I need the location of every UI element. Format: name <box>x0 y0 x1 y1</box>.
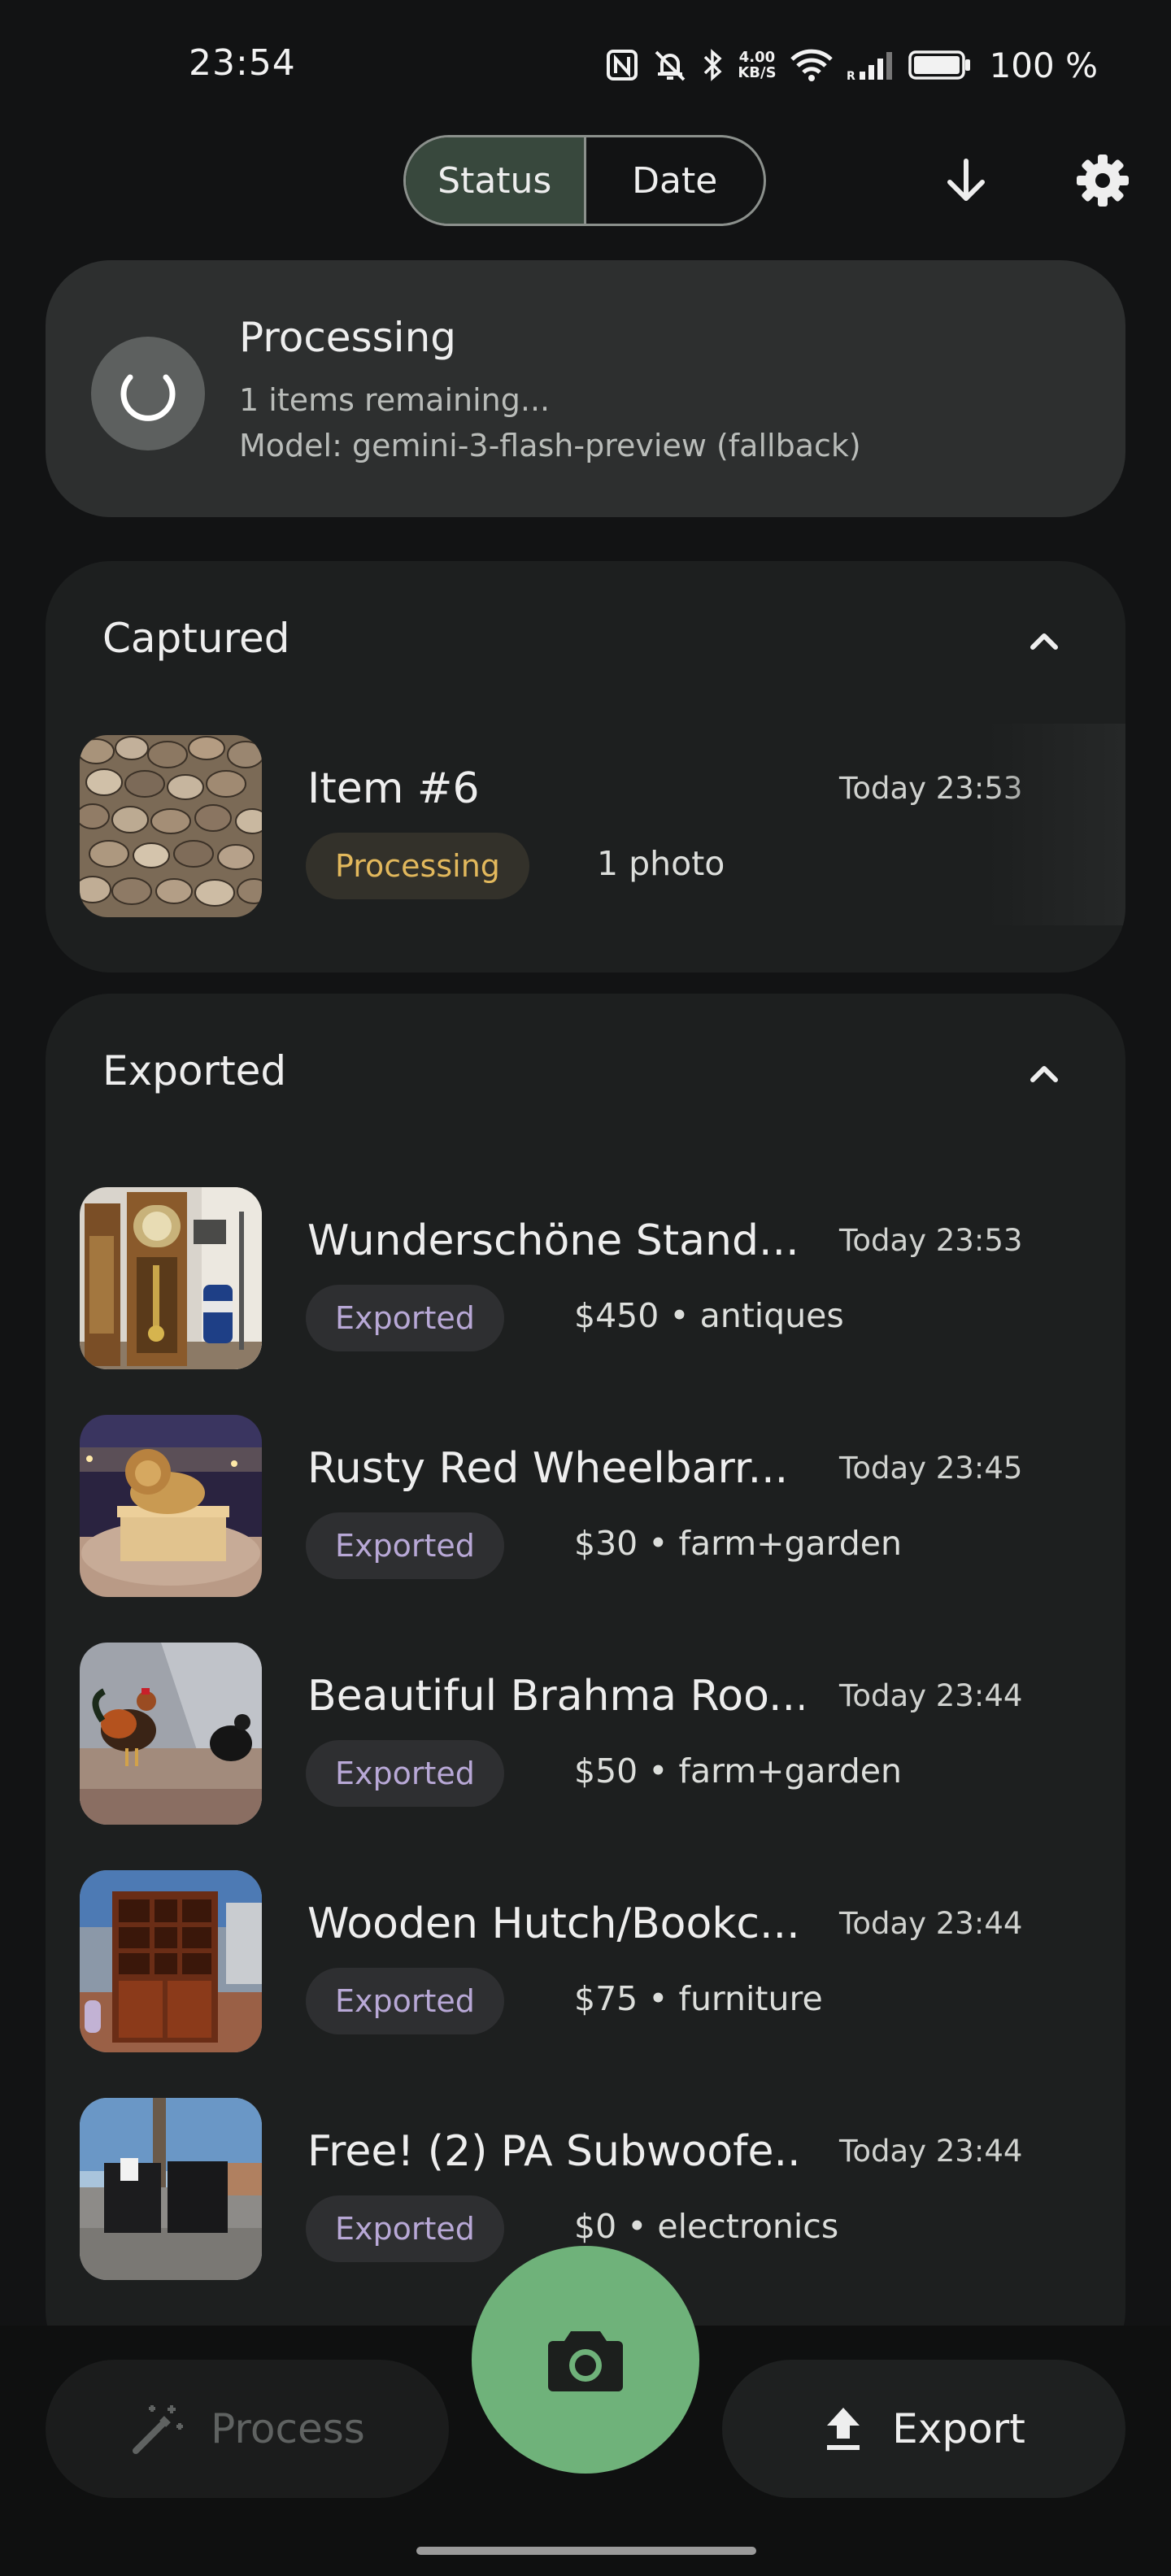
svg-text:R: R <box>847 70 855 83</box>
process-button[interactable]: Process <box>46 2360 449 2498</box>
item-meta: 1 photo <box>597 844 725 883</box>
list-item[interactable]: Item #6 Today 23:53 Processing 1 photo <box>46 724 1125 925</box>
sort-toggle: Status Date <box>403 135 766 226</box>
item-thumbnail <box>80 1187 262 1369</box>
item-thumbnail <box>80 1643 262 1825</box>
item-meta: $450 • antiques <box>574 1296 844 1335</box>
status-bar: 23:54 4.00 KB/S R 100 % <box>0 0 1171 130</box>
model-info: Model: gemini-3-flash-preview (fallback) <box>239 428 861 463</box>
collapse-captured-button[interactable] <box>1020 616 1069 665</box>
item-meta: $75 • furniture <box>574 1979 823 2018</box>
item-timestamp: Today 23:44 <box>839 1678 1023 1713</box>
item-thumbnail <box>80 1870 262 2052</box>
upload-icon <box>827 2408 860 2450</box>
section-title-captured: Captured <box>102 615 290 662</box>
progress-spinner <box>91 337 205 450</box>
bluetooth-icon <box>704 49 722 81</box>
pebbles-photo <box>80 735 262 917</box>
process-label: Process <box>211 2405 365 2452</box>
export-label: Export <box>892 2405 1025 2452</box>
item-thumbnail <box>80 2098 262 2280</box>
wifi-icon <box>790 49 833 81</box>
magic-wand-icon <box>133 2405 184 2454</box>
swipe-hint <box>987 724 1125 925</box>
processing-card: Processing 1 items remaining... Model: g… <box>46 260 1125 517</box>
status-badge: Exported <box>306 1740 504 1807</box>
gear-icon <box>1077 154 1129 207</box>
wooden-hutch-photo <box>80 1870 262 2052</box>
home-indicator[interactable] <box>416 2547 756 2555</box>
item-title: Rusty Red Wheelbarr... <box>307 1444 789 1493</box>
battery-percent: 100 % <box>989 45 1098 85</box>
network-speed: 4.00 KB/S <box>738 49 777 81</box>
nfc-icon <box>607 50 638 80</box>
item-thumbnail <box>80 1415 262 1597</box>
item-title: Free! (2) PA Subwoofe... <box>307 2127 803 2176</box>
battery-icon <box>908 50 970 80</box>
settings-button[interactable] <box>1069 146 1137 215</box>
camera-capture-button[interactable] <box>472 2246 699 2474</box>
signal-icon: R <box>847 52 892 83</box>
system-icons: 4.00 KB/S R 100 % <box>606 42 1098 88</box>
list-item[interactable]: Wunderschöne Stand... Today 23:53 Export… <box>46 1176 1125 1377</box>
status-time: 23:54 <box>189 42 296 84</box>
item-meta: $50 • farm+garden <box>574 1751 903 1791</box>
status-badge: Exported <box>306 1512 504 1579</box>
lion-statue-photo <box>80 1415 262 1597</box>
arrow-down-icon <box>947 159 985 201</box>
subwoofers-photo <box>80 2098 262 2280</box>
items-remaining: 1 items remaining... <box>239 382 551 418</box>
list-item[interactable]: Wooden Hutch/Bookc... Today 23:44 Export… <box>46 1859 1125 2060</box>
status-badge: Processing <box>306 833 529 899</box>
item-timestamp: Today 23:44 <box>839 1906 1023 1941</box>
item-timestamp: Today 23:53 <box>839 1223 1023 1258</box>
list-item[interactable]: Beautiful Brahma Roo... Today 23:44 Expo… <box>46 1631 1125 1833</box>
status-badge: Exported <box>306 1285 504 1351</box>
item-title: Item #6 <box>307 764 480 813</box>
list-item[interactable]: Rusty Red Wheelbarr... Today 23:45 Expor… <box>46 1403 1125 1605</box>
item-title: Beautiful Brahma Roo... <box>307 1672 803 1721</box>
processing-title: Processing <box>239 314 456 361</box>
spinner-icon <box>120 374 176 421</box>
download-button[interactable] <box>932 146 1000 215</box>
roosters-photo <box>80 1643 262 1825</box>
item-meta: $30 • farm+garden <box>574 1524 903 1563</box>
item-timestamp: Today 23:45 <box>839 1451 1023 1486</box>
export-button[interactable]: Export <box>722 2360 1125 2498</box>
item-timestamp: Today 23:44 <box>839 2134 1023 2169</box>
item-title: Wooden Hutch/Bookc... <box>307 1899 800 1948</box>
item-title: Wunderschöne Stand... <box>307 1216 799 1265</box>
bell-muted-icon <box>655 50 686 81</box>
item-thumbnail <box>80 735 262 917</box>
captured-section: Captured Item #6 Today 23:53 Processing … <box>46 561 1125 973</box>
chevron-up-icon <box>1030 1066 1058 1082</box>
tab-date[interactable]: Date <box>586 137 764 224</box>
tab-status[interactable]: Status <box>406 137 586 224</box>
status-badge: Exported <box>306 1968 504 2034</box>
grandfather-clock-photo <box>80 1187 262 1369</box>
status-badge: Exported <box>306 2195 504 2262</box>
item-meta: $0 • electronics <box>574 2207 839 2246</box>
section-title-exported: Exported <box>102 1047 287 1094</box>
camera-icon <box>548 2331 623 2391</box>
exported-section: Exported Wunderschöne Stand... Today 23:… <box>46 994 1125 2376</box>
collapse-exported-button[interactable] <box>1020 1049 1069 1098</box>
chevron-up-icon <box>1030 633 1058 650</box>
